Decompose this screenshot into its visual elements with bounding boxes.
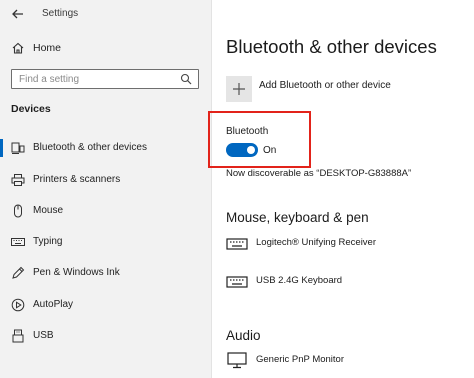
highlight-box [208, 111, 311, 168]
bluetooth-label: Bluetooth [226, 126, 269, 137]
autoplay-icon [11, 298, 25, 312]
toggle-knob [247, 146, 255, 154]
sidebar-item-mouse[interactable]: Mouse [0, 200, 211, 222]
search-input[interactable]: Find a setting [11, 69, 199, 89]
bluetooth-toggle[interactable] [226, 143, 258, 157]
device-name: Logitech® Unifying Receiver [256, 237, 377, 248]
page-title: Bluetooth & other devices [226, 36, 437, 57]
home-icon [12, 42, 24, 54]
sidebar-item-label: Printers & scanners [33, 174, 121, 185]
sidebar-item-label: Bluetooth & other devices [33, 142, 147, 153]
discoverable-text: Now discoverable as “DESKTOP-G83888A” [226, 168, 412, 179]
title-bar: Settings [0, 0, 211, 28]
search-placeholder: Find a setting [19, 74, 80, 85]
sidebar-item-home[interactable]: Home [0, 38, 211, 58]
sidebar-section-label: Devices [11, 103, 51, 115]
device-name: USB 2.4G Keyboard [256, 275, 343, 286]
sidebar-item-label: Typing [33, 236, 63, 247]
sidebar-item-label: Mouse [33, 205, 64, 216]
keyboard-icon [226, 238, 248, 250]
section-title-audio: Audio [226, 328, 261, 343]
bluetooth-devices-icon [11, 142, 25, 154]
sidebar-item-printers[interactable]: Printers & scanners [0, 169, 211, 191]
back-arrow-icon[interactable] [10, 6, 26, 22]
monitor-icon [227, 352, 247, 369]
device-item[interactable]: Generic PnP Monitor [226, 351, 466, 371]
add-device-button[interactable] [226, 76, 252, 102]
section-title-input-devices: Mouse, keyboard & pen [226, 210, 369, 225]
sidebar-item-home-label: Home [33, 42, 62, 54]
device-item[interactable]: USB 2.4G Keyboard [226, 272, 466, 292]
window-title: Settings [42, 8, 79, 19]
active-indicator [0, 139, 3, 157]
sidebar-item-label: USB [33, 330, 54, 341]
device-name: Generic PnP Monitor [256, 354, 345, 365]
sidebar-item-label: AutoPlay [33, 299, 74, 310]
usb-icon [12, 329, 24, 343]
plus-icon [233, 83, 245, 95]
add-device-label[interactable]: Add Bluetooth or other device [259, 80, 391, 91]
sidebar-item-label: Pen & Windows Ink [33, 267, 120, 278]
mouse-icon [14, 204, 22, 218]
main-panel: Bluetooth & other devices Add Bluetooth … [208, 0, 474, 378]
sidebar: Settings Home Find a setting Devices Blu… [0, 0, 212, 378]
device-item[interactable]: Logitech® Unifying Receiver [226, 234, 466, 254]
sidebar-item-bluetooth[interactable]: Bluetooth & other devices [0, 137, 211, 159]
bluetooth-toggle-state: On [263, 145, 277, 156]
keyboard-icon [226, 276, 248, 288]
printer-icon [11, 174, 25, 186]
pen-icon [12, 266, 25, 279]
search-icon[interactable] [180, 73, 192, 85]
sidebar-item-typing[interactable]: Typing [0, 231, 211, 253]
sidebar-item-pen[interactable]: Pen & Windows Ink [0, 262, 211, 284]
sidebar-item-autoplay[interactable]: AutoPlay [0, 294, 211, 316]
sidebar-item-usb[interactable]: USB [0, 325, 211, 347]
keyboard-icon [11, 238, 25, 246]
